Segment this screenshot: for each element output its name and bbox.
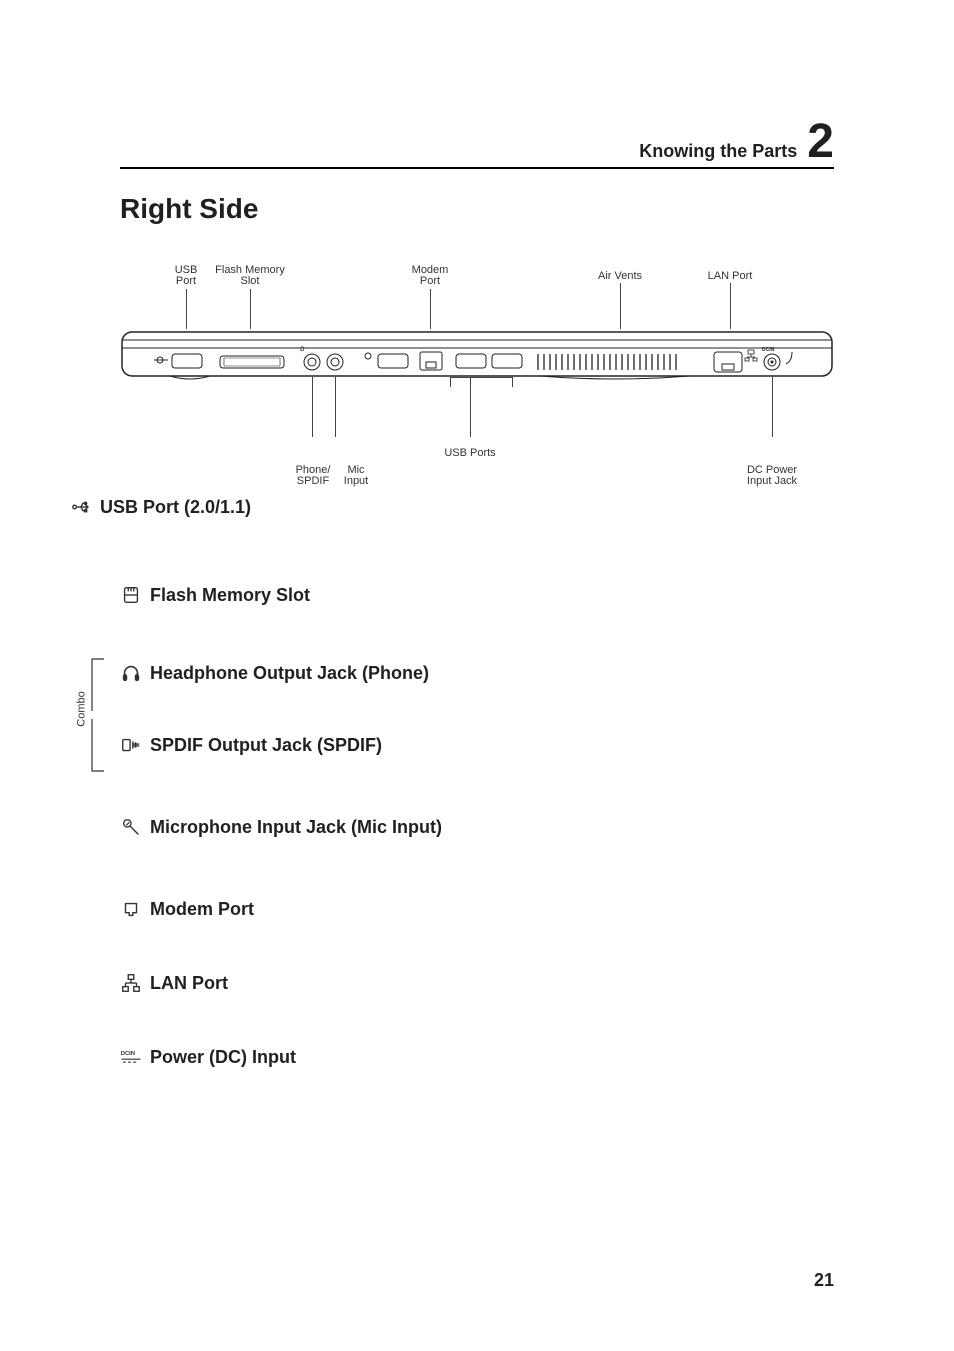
- label-dc-power: DC Power Input Jack: [736, 465, 808, 487]
- leader: [772, 377, 773, 437]
- leader: [512, 377, 513, 387]
- item-label: Power (DC) Input: [150, 1047, 296, 1068]
- spdif-icon: [120, 734, 142, 756]
- lan-icon: [120, 972, 142, 994]
- item-label: SPDIF Output Jack (SPDIF): [150, 735, 382, 756]
- header-breadcrumb: Knowing the Parts: [639, 141, 797, 162]
- item-memory-slot: Flash Memory Slot: [120, 565, 834, 625]
- item-headphone-jack: Headphone Output Jack (Phone): [120, 643, 834, 703]
- combo-group: Combo Headphone Output Jack (Phone) SPDI…: [120, 643, 834, 775]
- usb-icon: [70, 496, 92, 518]
- label-phone-spdif: Phone/ SPDIF: [290, 465, 336, 487]
- item-label: Modem Port: [150, 899, 254, 920]
- item-label: Headphone Output Jack (Phone): [150, 663, 429, 684]
- headphone-icon: [120, 662, 142, 684]
- svg-text:DCIN: DCIN: [762, 347, 775, 353]
- item-label: LAN Port: [150, 973, 228, 994]
- device-drawing-icon: Ω: [120, 320, 834, 390]
- mic-icon: [120, 816, 142, 838]
- item-spdif-jack: SPDIF Output Jack (SPDIF): [120, 715, 834, 775]
- item-modem-port: Modem Port: [120, 879, 834, 939]
- item-lan-port: LAN Port: [120, 953, 834, 1013]
- svg-text:Ω: Ω: [300, 347, 305, 353]
- leader: [470, 377, 471, 437]
- label-usb-port: USB Port: [166, 265, 206, 287]
- leader: [450, 377, 451, 387]
- label-lan-port: LAN Port: [700, 271, 760, 282]
- combo-bracket-icon: [74, 655, 114, 775]
- label-mic-input: Mic Input: [336, 465, 376, 487]
- chapter-number: 2: [807, 120, 834, 163]
- page-container: Knowing the Parts 2 Right Side USB Port …: [0, 0, 954, 1351]
- page-number: 21: [814, 1270, 834, 1291]
- item-label: Flash Memory Slot: [150, 585, 310, 606]
- dcin-icon: DCIN: [120, 1046, 142, 1068]
- svg-text:DCIN: DCIN: [121, 1051, 135, 1057]
- section-title: Right Side: [120, 193, 834, 225]
- item-mic-jack: Microphone Input Jack (Mic Input): [120, 797, 834, 857]
- header-row: Knowing the Parts 2: [120, 120, 834, 169]
- item-label: USB Port (2.0/1.1): [100, 497, 251, 518]
- label-usb-ports: USB Ports: [430, 448, 510, 459]
- right-side-diagram: USB Port Flash Memory Slot Modem Port Ai…: [120, 265, 834, 465]
- item-dc-input: DCIN Power (DC) Input: [120, 1027, 834, 1087]
- leader: [312, 377, 313, 437]
- item-label: Microphone Input Jack (Mic Input): [150, 817, 442, 838]
- modem-icon: [120, 898, 142, 920]
- label-flash-memory: Flash Memory Slot: [210, 265, 290, 287]
- memory-slot-icon: [120, 584, 142, 606]
- leader-h: [450, 377, 512, 378]
- item-usb-port: USB Port (2.0/1.1): [70, 477, 834, 537]
- label-air-vents: Air Vents: [590, 271, 650, 282]
- port-list: USB Port (2.0/1.1) Flash Memory Slot Com…: [120, 477, 834, 1087]
- label-modem-port: Modem Port: [400, 265, 460, 287]
- leader: [335, 377, 336, 437]
